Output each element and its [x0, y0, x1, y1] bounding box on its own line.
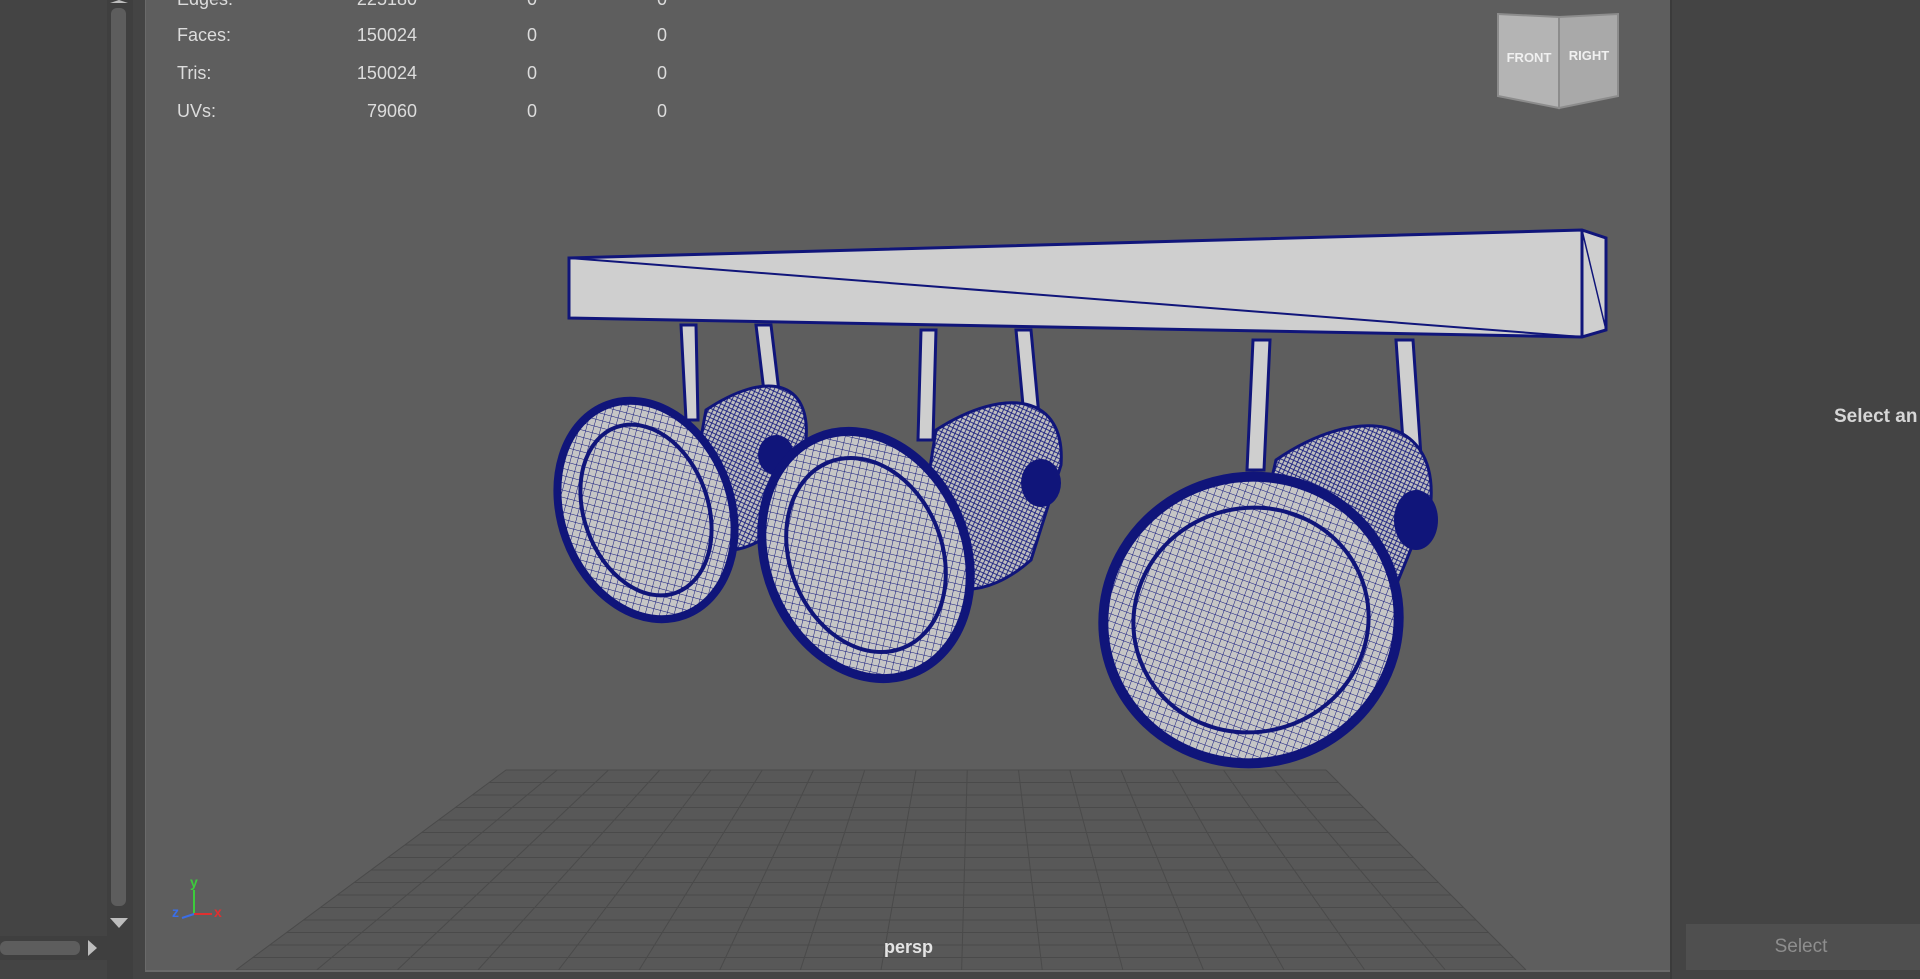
hud-value: 0 — [526, 63, 537, 83]
track-rail-mesh — [567, 228, 1608, 339]
view-cube-right-label[interactable]: RIGHT — [1560, 48, 1618, 63]
hud-value: 0 — [656, 101, 667, 121]
hud-label: Edges: — [177, 0, 233, 10]
scroll-right-arrow-icon[interactable] — [88, 940, 97, 956]
hud-value: 0 — [656, 63, 667, 83]
attribute-editor-message: Select an — [1834, 406, 1918, 427]
hud-value: 150024 — [356, 25, 417, 45]
hud-row-tris: Tris: 150024 0 0 — [177, 63, 697, 83]
camera-name-label: persp — [883, 937, 934, 957]
hud-value: 225180 — [357, 0, 417, 10]
horizontal-scroll-thumb[interactable] — [0, 941, 80, 955]
scroll-up-arrow-icon[interactable] — [110, 0, 128, 3]
vertical-scroll-thumb[interactable] — [111, 8, 126, 906]
attribute-editor-panel — [1672, 0, 1920, 979]
3d-viewport[interactable]: FRONT RIGHT y x z Edges: 225180 0 0 Face… — [145, 0, 1673, 972]
hud-label: Tris: — [177, 63, 212, 83]
hud-row-faces: Faces: 150024 0 0 — [177, 25, 697, 45]
hud-row-uvs: UVs: 79060 0 0 — [177, 101, 697, 121]
spotlight-mesh-3 — [1098, 338, 1438, 769]
hud-value: 0 — [526, 25, 537, 45]
axis-gizmo-icon — [181, 890, 212, 919]
hud-row-edges: Edges: 225180 0 0 — [177, 0, 697, 9]
axis-y-label: y — [190, 874, 198, 890]
select-button[interactable]: Select — [1686, 924, 1920, 970]
hud-value: 0 — [656, 25, 667, 45]
scroll-down-arrow-icon[interactable] — [110, 918, 128, 928]
spotlight-mesh-1 — [553, 323, 808, 624]
hud-value: 79060 — [366, 101, 417, 121]
view-cube-front-label[interactable]: FRONT — [1500, 50, 1558, 65]
hud-label: Faces: — [177, 25, 232, 45]
hud-value: 0 — [526, 101, 537, 121]
hud-value: 0 — [527, 0, 537, 10]
axis-x-label: x — [214, 904, 222, 920]
hud-label: UVs: — [177, 101, 217, 121]
outliner-panel — [0, 0, 107, 979]
viewport-scene — [181, 12, 1619, 970]
axis-z-label: z — [172, 904, 179, 920]
hud-value: 150024 — [356, 63, 417, 83]
hud-value: 0 — [657, 0, 667, 10]
